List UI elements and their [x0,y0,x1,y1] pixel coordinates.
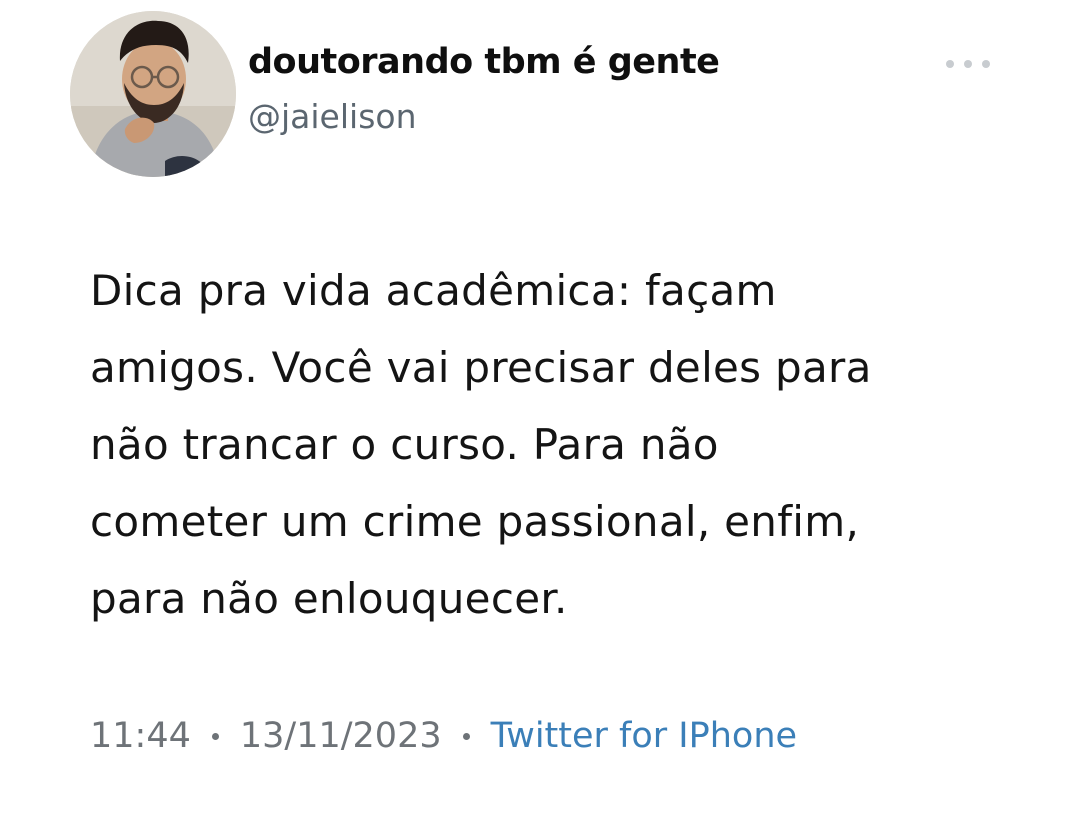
tweet-date[interactable]: 13/11/2023 [240,716,442,756]
more-horizontal-icon-dot [964,60,972,68]
tweet-source-link[interactable]: Twitter for IPhone [491,716,797,756]
avatar[interactable] [70,11,236,177]
separator-dot [462,732,470,740]
tweet-metadata: 11:44 13/11/2023 Twitter for IPhone [90,716,797,756]
tweet-text: Dica pra vida acadêmica: façam amigos. V… [90,252,1050,637]
tweet-text-line: amigos. Você vai precisar deles para [90,343,872,392]
display-name[interactable]: doutorando tbm é gente [248,42,720,82]
tweet-text-line: cometer um crime passional, enfim, [90,497,860,546]
more-options-button[interactable] [946,54,990,74]
more-horizontal-icon-dot [982,60,990,68]
more-horizontal-icon [946,60,954,68]
tweet-time[interactable]: 11:44 [90,716,191,756]
tweet-text-line: não trancar o curso. Para não [90,420,719,469]
user-avatar-photo-icon [70,11,236,177]
tweet-text-line: para não enlouquecer. [90,574,568,623]
separator-dot [211,732,219,740]
user-handle[interactable]: @jaielison [248,97,417,136]
tweet-text-line: Dica pra vida acadêmica: façam [90,266,777,315]
tweet-card: doutorando tbm é gente @jaielison Dica p… [0,0,1079,817]
